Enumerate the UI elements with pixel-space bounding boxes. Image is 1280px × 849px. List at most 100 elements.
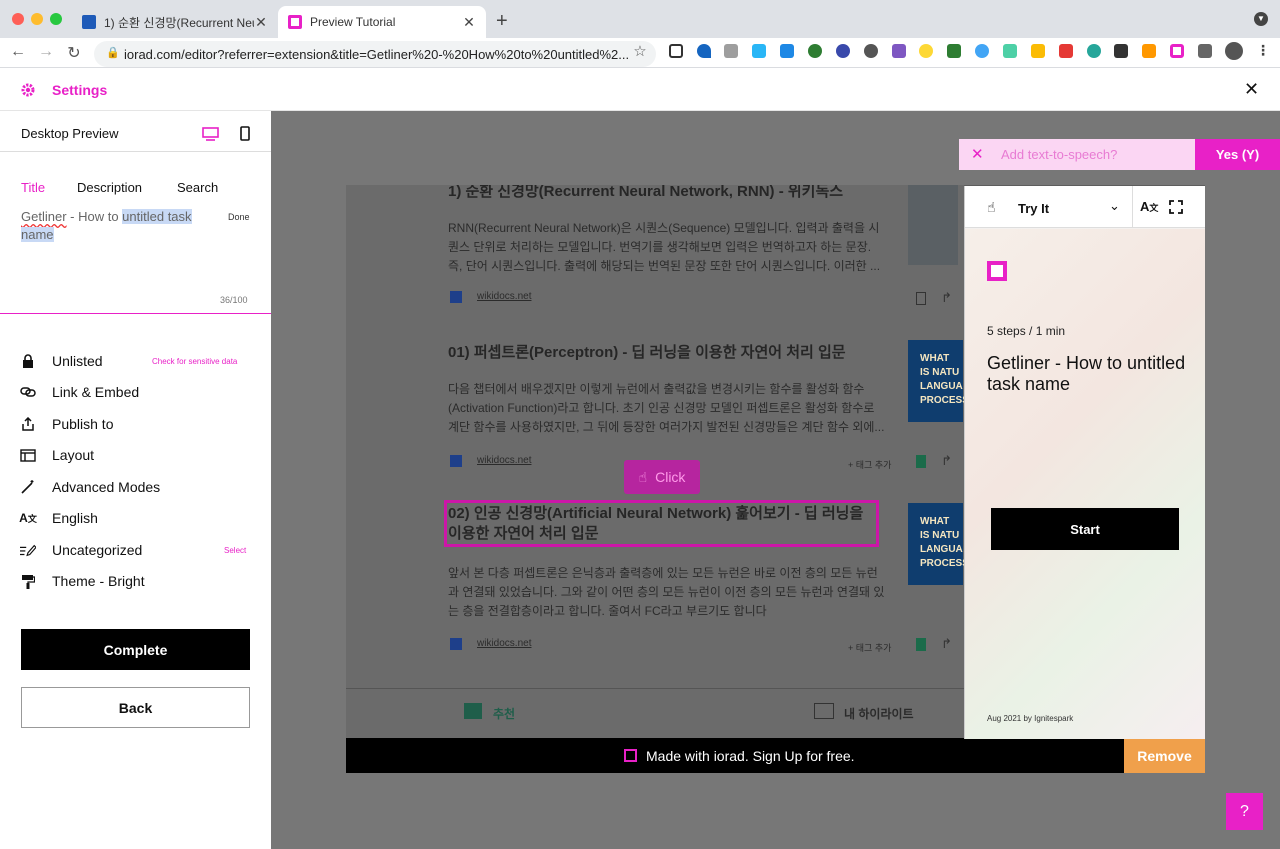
- browser-tab-preview[interactable]: Preview Tutorial ✕: [278, 6, 486, 38]
- iorad-extension-icon[interactable]: [1170, 44, 1184, 58]
- mobile-icon[interactable]: [240, 126, 250, 141]
- extension-icon[interactable]: [1059, 44, 1073, 58]
- link-icon: [20, 384, 36, 400]
- extension-icon[interactable]: [892, 44, 906, 58]
- wikidocs-logo-icon: [450, 291, 462, 303]
- divider: [346, 688, 964, 689]
- minimize-window-button[interactable]: [31, 13, 43, 25]
- menu-item-layout[interactable]: Layout: [20, 445, 94, 465]
- menu-label: Layout: [52, 447, 95, 463]
- tab-title: Preview Tutorial: [310, 15, 396, 29]
- bookmark-star-icon[interactable]: ☆: [630, 42, 650, 60]
- extension-icon[interactable]: [752, 44, 766, 58]
- source-link: wikidocs.net: [477, 638, 532, 649]
- tab-title: 1) 순환 신경망(Recurrent Neural: [104, 15, 254, 30]
- extension-icon[interactable]: [669, 44, 683, 58]
- tts-prompt-bar: ✕ Add text-to-speech?: [959, 139, 1195, 170]
- evernote-extension-icon[interactable]: [808, 44, 822, 58]
- tutorial-player-panel: ☝ Try It ⌄ A文 5 steps / 1 min Getliner -…: [964, 186, 1205, 739]
- article-snippet: 다음 챕터에서 배우겠지만 이렇게 뉴런에서 출력값을 변경시키는 함수를 활성…: [448, 380, 884, 437]
- extension-icon[interactable]: [919, 44, 933, 58]
- help-button[interactable]: ?: [1226, 793, 1263, 830]
- forward-arrow-icon[interactable]: →: [36, 43, 56, 61]
- check-sensitive-data-link[interactable]: Check for sensitive data: [152, 357, 237, 366]
- extension-icon[interactable]: [864, 44, 878, 58]
- menu-item-unlisted[interactable]: Unlisted: [20, 351, 103, 371]
- snippet-line: RNN(Recurrent Neural Network)은 시퀀스(Seque…: [448, 221, 880, 235]
- extension-icon[interactable]: [975, 44, 989, 58]
- profile-avatar[interactable]: [1225, 42, 1243, 60]
- target-article-heading[interactable]: 02) 인공 신경망(Artificial Neural Network) 훑어…: [448, 504, 863, 544]
- lock-icon: 🔒: [106, 47, 120, 59]
- author-footer: Aug 2021 by Ignitespark: [987, 714, 1074, 723]
- chevron-down-icon[interactable]: ⌄: [1109, 198, 1120, 214]
- tab-title[interactable]: Title: [21, 180, 45, 195]
- zoom-extension-icon[interactable]: [780, 44, 794, 58]
- extension-icon[interactable]: [697, 44, 711, 58]
- close-tab-icon[interactable]: ✕: [254, 14, 268, 31]
- reload-icon[interactable]: ↻: [64, 43, 84, 63]
- player-toolbar: ☝ Try It ⌄ A文: [965, 186, 1205, 228]
- add-tag-link: + 태그 추가: [848, 460, 892, 470]
- menu-item-category[interactable]: Uncategorized: [20, 540, 142, 560]
- share-icon: ↱: [941, 453, 952, 468]
- iorad-favicon-icon: [288, 15, 302, 29]
- menu-label: Theme - Bright: [52, 573, 145, 589]
- more-menu-icon[interactable]: ⋮: [1256, 42, 1270, 59]
- title-text-selection: untitled task: [122, 209, 192, 224]
- made-with-iorad-banner[interactable]: Made with iorad. Sign Up for free.: [346, 738, 1124, 773]
- wikidocs-logo-icon: [450, 455, 462, 467]
- remove-branding-button[interactable]: Remove: [1124, 738, 1205, 773]
- extension-icon[interactable]: [1114, 44, 1128, 58]
- extension-icon[interactable]: [1003, 44, 1017, 58]
- new-tab-button[interactable]: +: [496, 10, 508, 33]
- menu-item-theme[interactable]: Theme - Bright: [20, 571, 145, 591]
- article-heading: 01) 퍼셉트론(Perceptron) - 딥 러닝을 이용한 자연어 처리 …: [448, 344, 846, 361]
- share-icon: ↱: [941, 290, 952, 305]
- share-icon: [20, 416, 36, 432]
- menu-item-advanced-modes[interactable]: Advanced Modes: [20, 477, 160, 497]
- mode-select[interactable]: Try It: [1018, 201, 1049, 216]
- fullscreen-icon[interactable]: [1169, 200, 1183, 214]
- thumb-text: LANGUA: [920, 381, 963, 392]
- browser-tab-wikidocs[interactable]: 1) 순환 신경망(Recurrent Neural ✕: [72, 6, 278, 38]
- maximize-window-button[interactable]: [50, 13, 62, 25]
- drive-extension-icon[interactable]: [1031, 44, 1045, 58]
- title-text-field[interactable]: Getliner - How to untitled task name: [21, 208, 211, 244]
- url-text: iorad.com/editor?referrer=extension&titl…: [124, 46, 630, 62]
- back-arrow-icon[interactable]: ←: [8, 43, 28, 61]
- tab-search[interactable]: Search: [177, 180, 218, 195]
- extension-icon[interactable]: [1142, 44, 1156, 58]
- menu-label: Advanced Modes: [52, 479, 161, 495]
- camera-extension-icon[interactable]: [724, 44, 738, 58]
- done-button[interactable]: Done: [228, 212, 250, 222]
- desktop-icon[interactable]: [202, 127, 219, 141]
- layout-icon: [20, 447, 36, 463]
- address-bar[interactable]: 🔒 iorad.com/editor?referrer=extension&ti…: [94, 41, 656, 67]
- thumb-text: PROCESS: [920, 395, 969, 406]
- menu-item-publish[interactable]: Publish to: [20, 414, 113, 434]
- tts-yes-button[interactable]: Yes (Y): [1195, 139, 1280, 170]
- nav-recommended: 추천: [493, 707, 516, 721]
- close-window-button[interactable]: [12, 13, 24, 25]
- extension-icon[interactable]: [836, 44, 850, 58]
- snippet-line: 즉, 단어 시퀀스입니다. 출력에 해당되는 번역된 문장 또한 단어 시퀀스입…: [448, 259, 881, 273]
- tab-search-icon[interactable]: ▼: [1254, 12, 1268, 26]
- translate-icon[interactable]: A文: [1140, 199, 1158, 214]
- menu-item-language[interactable]: A文 English: [19, 508, 98, 528]
- select-category-link[interactable]: Select: [224, 546, 246, 555]
- complete-button[interactable]: Complete: [21, 629, 250, 670]
- start-button[interactable]: Start: [991, 508, 1179, 550]
- bookmark-icon: [916, 638, 926, 651]
- checkbox-extension-icon[interactable]: [947, 44, 961, 58]
- tab-description[interactable]: Description: [77, 180, 142, 195]
- dismiss-tts-icon[interactable]: ✕: [971, 145, 984, 163]
- close-tab-icon[interactable]: ✕: [462, 14, 476, 31]
- back-button[interactable]: Back: [21, 687, 250, 728]
- close-settings-icon[interactable]: ✕: [1244, 79, 1259, 100]
- puzzle-extensions-icon[interactable]: [1198, 44, 1212, 58]
- menu-item-link-embed[interactable]: Link & Embed: [20, 382, 139, 402]
- banner-text: Made with iorad. Sign Up for free.: [646, 748, 855, 764]
- extension-icon[interactable]: [1087, 44, 1101, 58]
- click-hint-tooltip: ☝ Click: [624, 460, 700, 494]
